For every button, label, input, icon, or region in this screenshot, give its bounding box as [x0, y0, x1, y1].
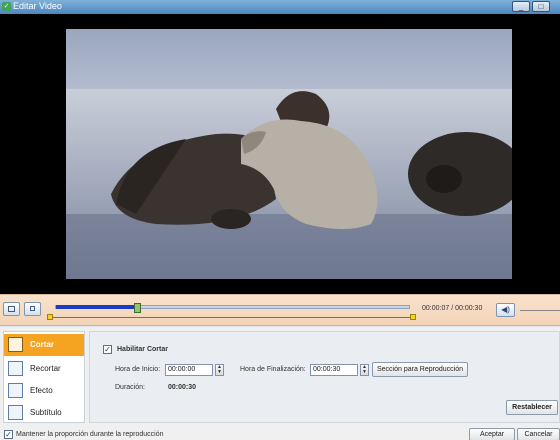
sidebar-item-label: Cortar — [30, 340, 55, 349]
footer-bar: ✓ Mantener la proporción durante la repr… — [0, 427, 560, 440]
start-time-spinner[interactable]: ▲ ▼ — [215, 364, 224, 376]
volume-slider[interactable] — [520, 310, 560, 311]
play-pause-button[interactable] — [3, 302, 20, 316]
maximize-button[interactable]: □ — [532, 1, 550, 12]
trim-start-marker[interactable] — [47, 314, 53, 320]
seek-thumb[interactable] — [134, 303, 141, 313]
sidebar-item-label: Subtítulo — [30, 408, 62, 417]
time-readout: 00:00:07 / 00:00:30 — [422, 305, 483, 312]
sidebar-item-cortar[interactable]: Cortar — [4, 334, 84, 356]
edit-panel: Cortar Recortar Efecto Subtítulo ✓ Habil… — [0, 327, 560, 440]
duration-value: 00:00:30 — [168, 384, 197, 391]
playback-section-button[interactable]: Sección para Reproducción — [372, 362, 468, 377]
duration-label: Duración: — [115, 384, 145, 391]
trim-end-marker[interactable] — [410, 314, 416, 320]
cancel-button[interactable]: Cancelar — [517, 428, 560, 440]
volume-button[interactable]: ◀) — [496, 303, 515, 317]
seek-bar-progress — [56, 305, 138, 309]
seek-bar[interactable] — [55, 305, 410, 309]
reset-button[interactable]: Restablecer — [506, 400, 558, 415]
sidebar-item-efecto[interactable]: Efecto — [4, 380, 84, 402]
video-preview-area — [0, 14, 560, 294]
end-time-spinner[interactable]: ▲ ▼ — [360, 364, 369, 376]
play-pause-icon — [8, 306, 15, 312]
enable-cut-label: Habilitar Cortar — [117, 346, 168, 353]
keep-ratio-label: Mantener la proporción durante la reprod… — [16, 431, 164, 438]
effect-icon — [8, 383, 23, 398]
stop-button[interactable] — [24, 302, 41, 316]
minimize-button[interactable]: _ — [512, 1, 530, 12]
app-icon: ✓ — [2, 2, 11, 11]
enable-cut-checkbox[interactable]: ✓ — [103, 345, 112, 354]
subtitle-icon — [8, 405, 23, 420]
stop-icon — [30, 306, 35, 311]
end-time-label: Hora de Finalización: — [240, 366, 306, 373]
scissors-icon — [8, 337, 23, 352]
cut-settings: ✓ Habilitar Cortar Hora de Inicio: 00:00… — [89, 331, 560, 423]
sidebar-item-subtitulo[interactable]: Subtítulo — [4, 402, 84, 424]
start-time-input[interactable]: 00:00:00 — [165, 364, 213, 376]
sidebar-item-label: Efecto — [30, 386, 53, 395]
end-time-input[interactable]: 00:00:30 — [310, 364, 358, 376]
speaker-icon: ◀) — [501, 305, 510, 314]
sidebar-item-label: Recortar — [30, 364, 61, 373]
trim-range-line — [50, 317, 414, 318]
window-title: Editar Video — [13, 1, 62, 11]
keep-ratio-checkbox[interactable]: ✓ — [4, 430, 13, 439]
video-frame[interactable] — [66, 29, 512, 279]
edit-sidebar: Cortar Recortar Efecto Subtítulo — [3, 331, 85, 423]
accept-button[interactable]: Aceptar — [469, 428, 515, 440]
video-image — [66, 29, 512, 279]
playback-controls: 00:00:07 / 00:00:30 ◀) — [0, 294, 560, 326]
start-time-label: Hora de Inicio: — [115, 366, 161, 373]
sidebar-item-recortar[interactable]: Recortar — [4, 358, 84, 380]
title-bar: ✓ Editar Video _ □ — [0, 0, 560, 14]
crop-icon — [8, 361, 23, 376]
